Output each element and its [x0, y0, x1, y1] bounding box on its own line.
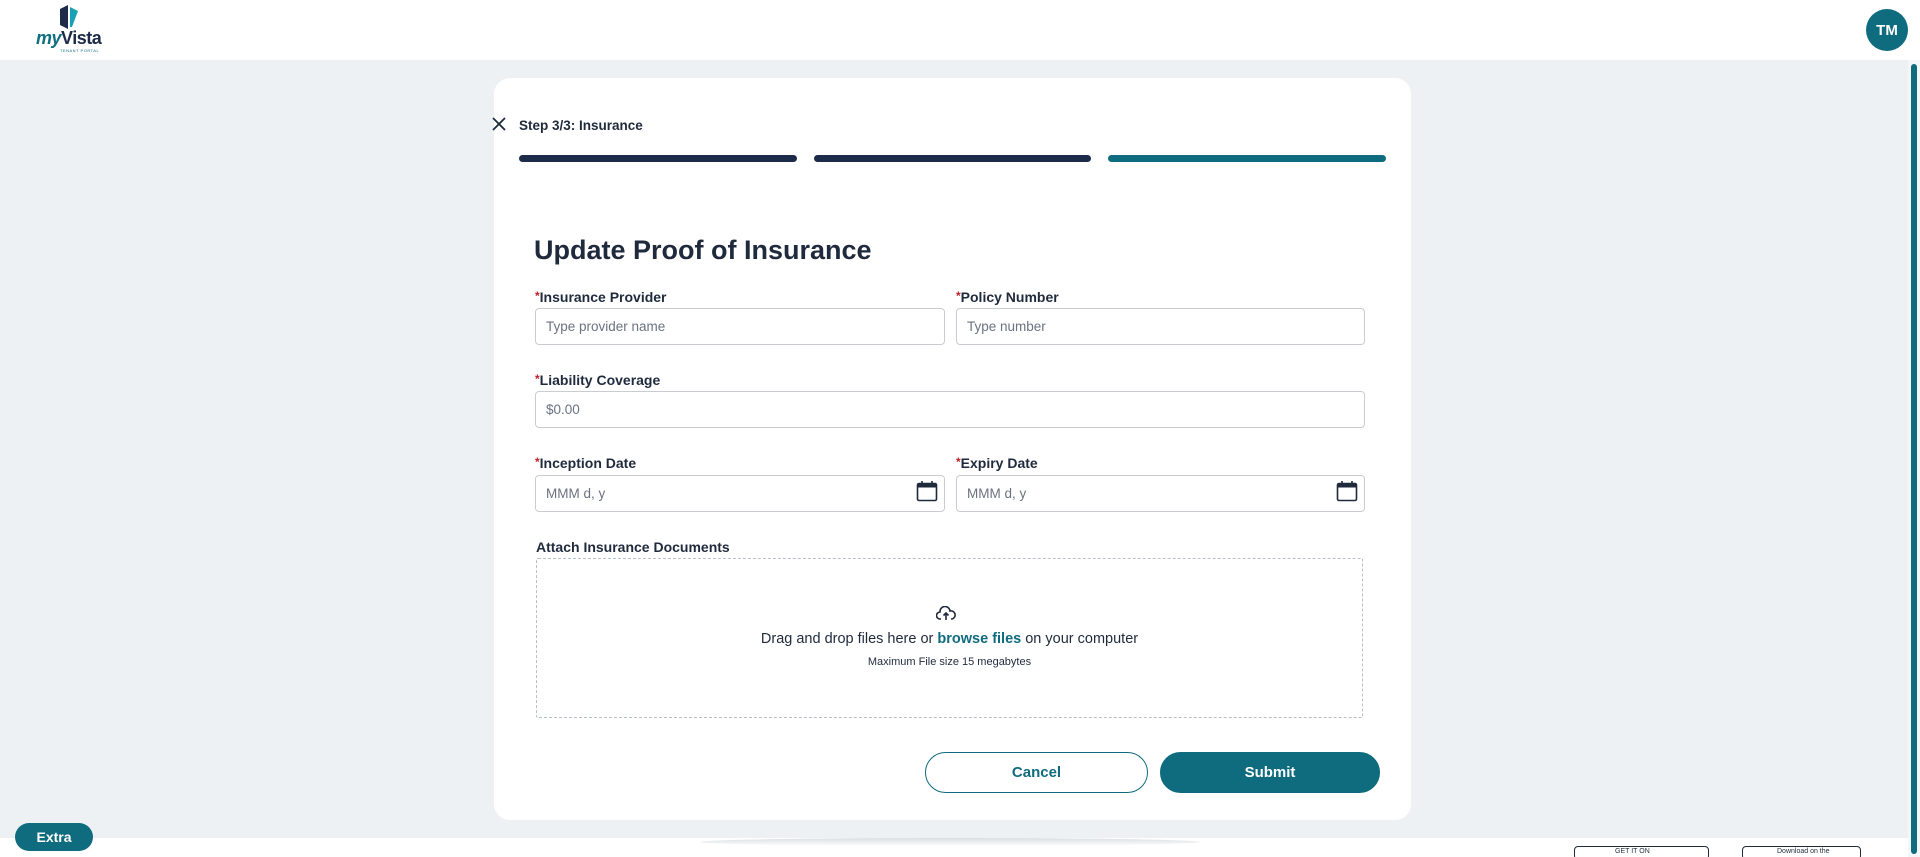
- app-store-badge[interactable]: Download on the: [1742, 846, 1861, 857]
- policy-number-input[interactable]: [956, 308, 1365, 345]
- progress-step-2: [814, 155, 1091, 162]
- liability-coverage-input[interactable]: [535, 391, 1365, 428]
- logo-mark-icon: [60, 5, 78, 29]
- submit-button[interactable]: Submit: [1160, 752, 1380, 793]
- cloud-upload-icon: [936, 606, 956, 620]
- myvista-logo[interactable]: myVista TENANT PORTAL: [36, 5, 106, 55]
- google-play-badge[interactable]: GET IT ON: [1574, 846, 1709, 857]
- max-file-size-note: Maximum File size 15 megabytes: [867, 656, 1032, 668]
- liability-coverage-label: *Liability Coverage: [535, 372, 661, 388]
- dropzone-instructions: Drag and drop files here or browse files…: [760, 631, 1139, 647]
- calendar-icon[interactable]: [1336, 480, 1358, 502]
- cancel-button[interactable]: Cancel: [925, 752, 1148, 793]
- top-bar: myVista TENANT PORTAL TM: [0, 0, 1920, 60]
- inception-date-input[interactable]: [535, 475, 945, 512]
- wizard-step-label: Step 3/3: Insurance: [519, 118, 643, 133]
- attach-documents-label: Attach Insurance Documents: [536, 539, 730, 555]
- calendar-icon[interactable]: [916, 480, 938, 502]
- progress-step-1: [519, 155, 797, 162]
- page-title: Update Proof of Insurance: [534, 235, 872, 265]
- insurance-provider-input[interactable]: [535, 308, 945, 345]
- browse-files-link[interactable]: browse files: [937, 631, 1021, 647]
- expiry-date-label: *Expiry Date: [956, 455, 1038, 471]
- expiry-date-input[interactable]: [956, 475, 1365, 512]
- progress-step-3: [1108, 155, 1386, 162]
- close-icon[interactable]: [491, 116, 507, 132]
- logo-tagline: TENANT PORTAL: [60, 48, 100, 53]
- inception-date-label: *Inception Date: [535, 455, 637, 471]
- scrollbar-thumb[interactable]: [1911, 64, 1917, 854]
- footer-shadow: [700, 838, 1200, 846]
- logo-wordmark: myVista: [36, 28, 102, 48]
- page-scrollbar[interactable]: [1908, 60, 1920, 857]
- insurance-provider-label: *Insurance Provider: [535, 289, 667, 305]
- extra-button[interactable]: Extra: [15, 823, 93, 851]
- user-avatar[interactable]: TM: [1866, 9, 1908, 51]
- policy-number-label: *Policy Number: [956, 289, 1059, 305]
